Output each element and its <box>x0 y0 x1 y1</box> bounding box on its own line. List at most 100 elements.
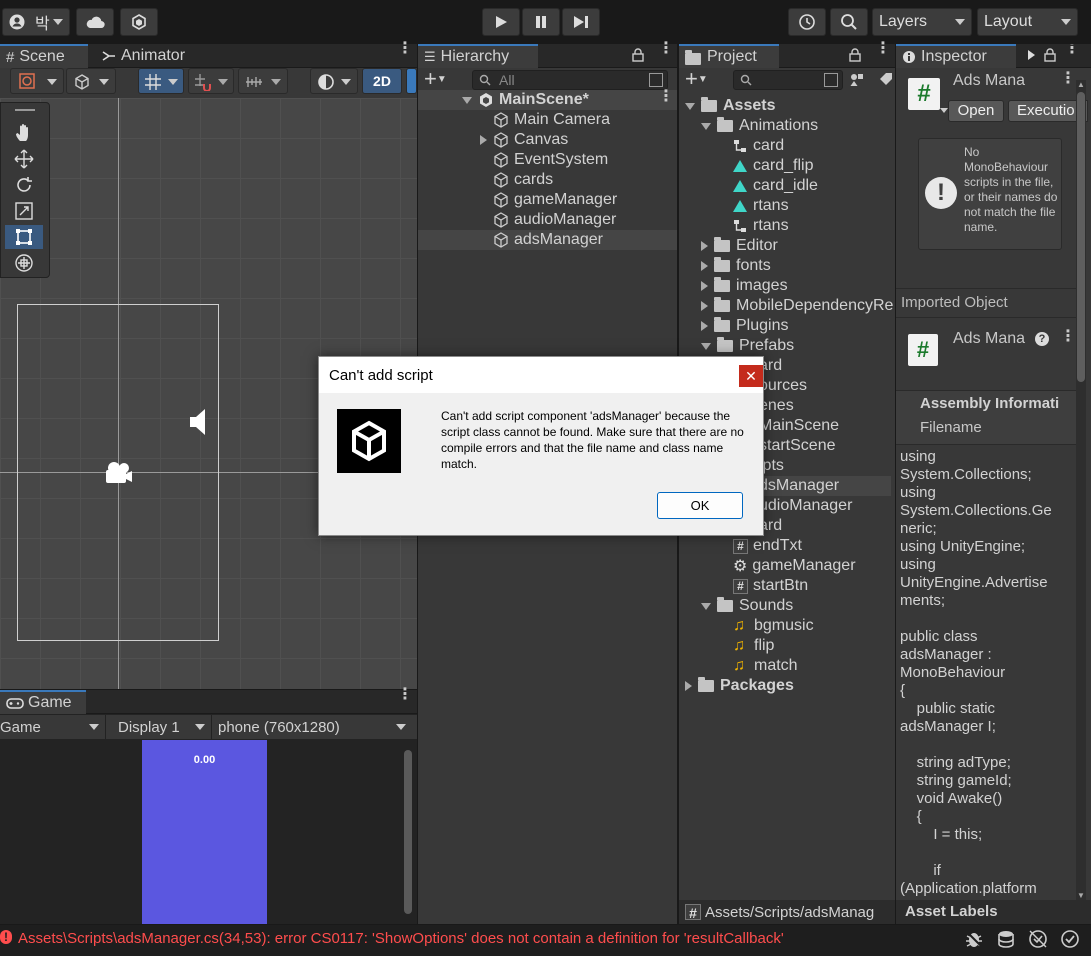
project-row-0[interactable]: Animations <box>701 116 818 136</box>
project-row-9[interactable]: MobileDependencyRe <box>701 296 893 316</box>
scrollbar-thumb[interactable] <box>1077 92 1085 382</box>
pause-button[interactable] <box>522 8 560 36</box>
lock-icon[interactable] <box>632 48 644 62</box>
scale-tool-button[interactable] <box>5 199 43 223</box>
more-options-icon[interactable]: ⋮ <box>397 687 413 703</box>
collapse-arrow-icon[interactable] <box>701 241 708 251</box>
draw-mode-dropdown[interactable] <box>10 68 64 94</box>
project-row-1[interactable]: card <box>717 136 784 156</box>
play-button[interactable] <box>482 8 520 36</box>
project-search-input[interactable] <box>733 70 843 90</box>
filter-icon[interactable] <box>649 73 663 87</box>
hierarchy-item-canvas[interactable]: Canvas <box>418 130 677 150</box>
status-bar[interactable]: ! Assets\Scripts\adsManager.cs(34,53): e… <box>0 925 1091 956</box>
hand-tool-button[interactable] <box>5 121 43 145</box>
game-viewport[interactable]: 0.00 <box>142 740 267 924</box>
scene-toolbar-overflow[interactable] <box>406 68 417 94</box>
add-object-button[interactable]: +▼ <box>424 67 447 91</box>
hierarchy-item-ads-manager[interactable]: adsManager <box>418 230 677 250</box>
expand-arrow-icon[interactable] <box>701 342 711 350</box>
move-tool-button[interactable] <box>5 147 43 171</box>
project-row-14[interactable]: enes <box>759 396 794 416</box>
hierarchy-item-audio-manager[interactable]: audioManager <box>418 210 677 230</box>
expand-arrow-icon[interactable] <box>462 96 472 104</box>
project-row-10[interactable]: Plugins <box>701 316 788 336</box>
history-button[interactable] <box>788 8 826 36</box>
game-scrollbar[interactable] <box>404 750 412 914</box>
project-row-6[interactable]: Editor <box>701 236 778 256</box>
progress-icon[interactable] <box>1028 929 1048 949</box>
more-options-icon[interactable]: ⋮ <box>1060 71 1076 87</box>
assets-root-row[interactable]: Assets <box>685 96 775 116</box>
collapse-arrow-icon[interactable] <box>685 681 692 691</box>
game-view-dropdown[interactable]: Game <box>0 715 106 739</box>
step-button[interactable] <box>562 8 600 36</box>
expand-arrow-icon[interactable] <box>685 102 695 110</box>
more-options-icon[interactable]: ⋮ <box>397 41 413 57</box>
ok-button[interactable]: OK <box>657 492 743 519</box>
more-options-icon[interactable]: ⋮ <box>875 41 891 57</box>
collapse-arrow-icon[interactable] <box>701 281 708 291</box>
project-row-23[interactable]: # startBtn <box>717 576 808 596</box>
project-row-25[interactable]: ♫ bgmusic <box>717 616 814 636</box>
more-options-icon[interactable]: ⋮ <box>1060 329 1076 345</box>
transform-tool-button[interactable] <box>5 251 43 275</box>
audio-source-icon[interactable] <box>188 408 210 436</box>
project-row-24[interactable]: Sounds <box>701 596 793 616</box>
scene-root-row[interactable]: MainScene* ⋮ <box>418 89 677 110</box>
lock-icon[interactable] <box>849 48 861 62</box>
project-row-22[interactable]: ⚙ gameManager <box>717 556 856 576</box>
project-row-5[interactable]: rtans <box>717 216 789 236</box>
project-row-13[interactable]: ources <box>759 376 807 396</box>
project-row-19[interactable]: udioManager <box>759 496 852 516</box>
project-row-4[interactable]: rtans <box>717 196 789 216</box>
debug-toggle-icon[interactable] <box>1028 50 1035 60</box>
more-options-icon[interactable]: ⋮ <box>658 41 674 57</box>
collab-button[interactable] <box>120 8 158 36</box>
rotate-tool-button[interactable] <box>5 173 43 197</box>
display-dropdown[interactable]: Display 1 <box>110 715 212 739</box>
hierarchy-item-game-manager[interactable]: gameManager <box>418 190 677 210</box>
tab-animator[interactable]: Animator <box>96 44 191 68</box>
tab-project[interactable]: Project <box>679 44 779 68</box>
layout-dropdown[interactable]: Layout <box>977 8 1078 36</box>
check-icon[interactable] <box>1060 929 1080 949</box>
collapse-arrow-icon[interactable] <box>701 321 708 331</box>
create-asset-button[interactable]: +▼ <box>685 67 708 91</box>
project-row-18[interactable]: dsManager <box>759 476 891 496</box>
project-row-27[interactable]: ♫ match <box>717 656 798 676</box>
camera-gizmo-icon[interactable] <box>104 460 134 486</box>
lock-icon[interactable] <box>1044 48 1056 62</box>
grid-snap-dropdown[interactable] <box>138 68 184 94</box>
hierarchy-item-main-camera[interactable]: Main Camera <box>418 110 677 130</box>
render-mode-dropdown[interactable] <box>310 68 358 94</box>
bug-icon[interactable] <box>964 929 984 949</box>
expand-arrow-icon[interactable] <box>701 602 711 610</box>
project-row-8[interactable]: images <box>701 276 788 296</box>
close-button[interactable]: ✕ <box>739 365 763 387</box>
tab-inspector[interactable]: Inspector <box>896 44 1016 68</box>
cloud-button[interactable] <box>76 8 114 36</box>
ruler-dropdown[interactable] <box>238 68 288 94</box>
snap-increment-dropdown[interactable] <box>188 68 234 94</box>
hierarchy-search-input[interactable]: All <box>472 70 668 90</box>
asset-labels-header[interactable]: Asset Labels <box>896 900 1091 924</box>
hierarchy-item-event-system[interactable]: EventSystem <box>418 150 677 170</box>
filter-icon[interactable] <box>824 73 838 87</box>
project-row-21[interactable]: # endTxt <box>717 536 802 556</box>
hierarchy-item-cards[interactable]: cards <box>418 170 677 190</box>
account-dropdown[interactable]: 박 <box>2 8 70 36</box>
collapse-arrow-icon[interactable] <box>701 301 708 311</box>
scroll-down-icon[interactable]: ▼ <box>1077 891 1085 900</box>
gizmo-dropdown[interactable] <box>66 68 116 94</box>
project-row-11[interactable]: Prefabs <box>701 336 794 356</box>
project-row-2[interactable]: card_flip <box>717 156 813 176</box>
expand-arrow-icon[interactable] <box>701 122 711 130</box>
toggle-2d-button[interactable]: 2D <box>362 68 402 94</box>
scroll-up-icon[interactable]: ▲ <box>1077 80 1085 89</box>
rect-tool-button[interactable] <box>5 225 43 249</box>
project-row-26[interactable]: ♫ flip <box>717 636 774 656</box>
project-row-3[interactable]: card_idle <box>717 176 818 196</box>
tag-icon[interactable] <box>879 72 893 86</box>
project-row-16[interactable]: startScene <box>759 436 835 456</box>
